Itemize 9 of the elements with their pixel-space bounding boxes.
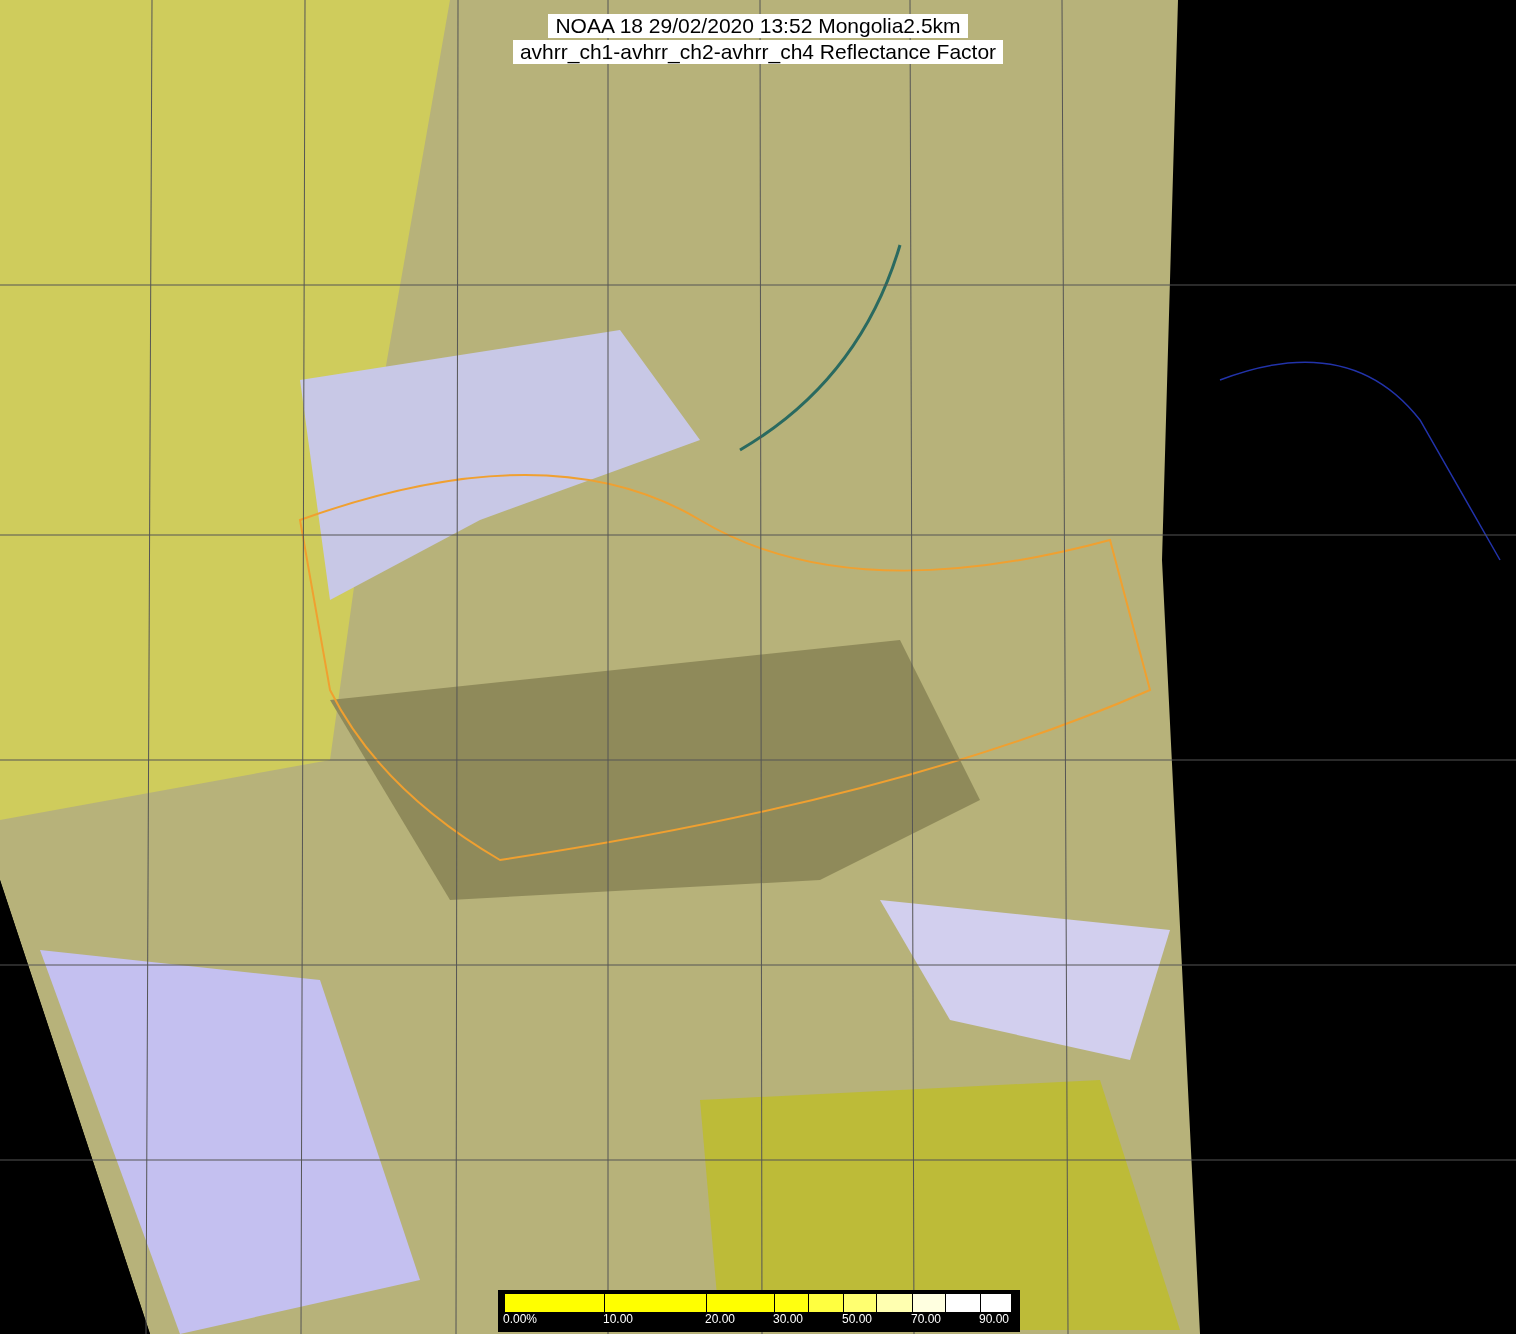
scale-label: 70.00 <box>911 1312 942 1326</box>
scale-label: 0.00% <box>503 1312 538 1326</box>
scale-label: 10.00 <box>603 1312 634 1326</box>
map-title: avhrr_ch1-avhrr_ch2-avhrr_ch4 Reflectance Factor <box>512 40 1004 64</box>
scale-label: 30.00 <box>773 1312 804 1326</box>
scale-label: 50.00 <box>842 1312 873 1326</box>
scale-label: 90.00 <box>979 1312 1010 1326</box>
map-title: NOAA 18 29/02/2020 13:52 Mongolia2.5km <box>548 14 968 38</box>
scale-label: 20.00 <box>705 1312 736 1326</box>
